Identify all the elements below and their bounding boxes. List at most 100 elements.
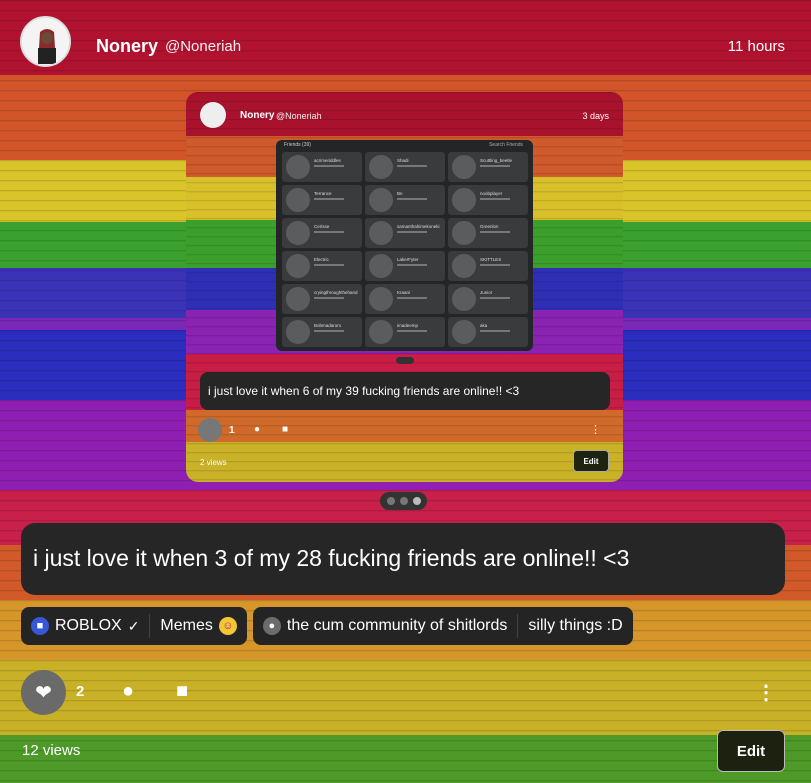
friend-status <box>480 198 510 200</box>
friend-avatar <box>452 320 476 344</box>
carousel-dot[interactable] <box>386 497 395 505</box>
comment-icon[interactable]: ● <box>122 680 134 703</box>
friends-search: Search Friends <box>489 142 523 148</box>
user-handle[interactable]: @Noneriah <box>165 38 241 55</box>
divider <box>149 614 151 638</box>
carousel-dot-active[interactable] <box>412 497 421 505</box>
friend-name: Bn <box>397 191 403 196</box>
tag-silly-things[interactable]: silly things :D <box>528 617 622 635</box>
friend-status <box>480 297 510 299</box>
friend-name: Greenlon <box>480 224 499 229</box>
carousel-dots[interactable] <box>380 492 427 510</box>
friend-card: samanthahimekoneki <box>365 218 445 248</box>
like-button[interactable]: ❤ <box>21 670 66 715</box>
tag-label: ROBLOX <box>55 617 122 634</box>
friend-status <box>397 198 427 200</box>
friend-card: Junior <box>448 284 528 314</box>
friend-name: Shadi <box>397 158 409 163</box>
friend-avatar <box>286 320 310 344</box>
tag-label: silly things :D <box>528 617 623 634</box>
friend-card: Terrance <box>282 185 362 215</box>
friend-status <box>480 264 510 266</box>
post-header: Nonery @Noneriah 11 hours <box>0 0 811 82</box>
tag-group: ● the cum community of shitlords silly t… <box>252 607 633 645</box>
friend-card: Scuttling_beetle <box>448 152 528 182</box>
tag-label: Memes <box>160 617 213 634</box>
embed-carousel-dots <box>396 357 414 364</box>
friend-avatar <box>452 155 476 179</box>
friend-status <box>397 330 427 332</box>
edit-button[interactable]: Edit <box>717 730 785 772</box>
verified-icon: ✓ <box>127 617 140 634</box>
friend-avatar <box>286 287 310 311</box>
friend-avatar <box>369 320 393 344</box>
friend-card: aka <box>448 317 528 347</box>
friend-card: acrimeriddles <box>282 152 362 182</box>
friend-name: cryingthroughthehand <box>314 290 358 295</box>
more-options-icon[interactable]: ⋮ <box>756 680 776 705</box>
heart-icon: ❤ <box>35 682 52 704</box>
tag-roblox[interactable]: ■ ROBLOX ✓ <box>31 617 139 635</box>
friend-name: Scuttling_beetle <box>480 158 513 163</box>
friend-card: Kraani <box>365 284 445 314</box>
friend-avatar <box>452 221 476 245</box>
friend-status <box>397 165 427 167</box>
friend-name: Terrance <box>314 191 332 196</box>
friends-list-screenshot: Friends (39) Search Friends acrimeriddle… <box>276 140 533 351</box>
embed-post-text: i just love it when 6 of my 39 fucking f… <box>200 372 610 410</box>
friend-name: LakerFyter <box>397 257 419 262</box>
friend-card: cryingthroughthehand <box>282 284 362 314</box>
display-name[interactable]: Nonery <box>96 36 158 57</box>
dislike-icon[interactable]: ■ <box>176 680 188 703</box>
friend-name: Junior <box>480 290 493 295</box>
post-timestamp: 11 hours <box>727 38 785 55</box>
friend-name: Cerisse <box>314 224 330 229</box>
community-icon: ● <box>262 617 281 635</box>
friend-avatar <box>452 188 476 212</box>
embed-handle: @Noneriah <box>276 111 322 121</box>
friend-card: imadeemp <box>365 317 445 347</box>
tag-group: ■ ROBLOX ✓ Memes ☺ <box>21 607 247 645</box>
friend-status <box>397 264 427 266</box>
post-text: i just love it when 3 of my 28 fucking f… <box>21 523 785 595</box>
friend-avatar <box>369 254 393 278</box>
tag-community[interactable]: ● the cum community of shitlords <box>262 617 508 635</box>
friend-card: Greenlon <box>448 218 528 248</box>
friend-card: Bobmadarom <box>282 317 362 347</box>
tag-list: ■ ROBLOX ✓ Memes ☺ ● the cum community o… <box>21 607 633 645</box>
view-count: 12 views <box>22 742 81 759</box>
embed-comment-icon: ● <box>254 424 261 435</box>
friend-name: SKITTLES <box>480 257 502 262</box>
friend-status <box>480 231 510 233</box>
friend-card: SKITTLES <box>448 251 528 281</box>
friend-name: samanthahimekoneki <box>397 224 440 229</box>
embed-edit-button: Edit <box>573 450 609 472</box>
friend-name: Electric <box>314 257 329 262</box>
friend-status <box>397 231 427 233</box>
friend-status <box>314 264 344 266</box>
friend-status <box>314 165 344 167</box>
like-count: 2 <box>76 683 85 700</box>
tag-memes[interactable]: Memes ☺ <box>160 617 237 635</box>
carousel-dot[interactable] <box>399 497 408 505</box>
friend-avatar <box>286 221 310 245</box>
friend-name: Kraani <box>397 290 411 295</box>
friend-avatar <box>369 155 393 179</box>
friend-status <box>314 198 344 200</box>
friend-status <box>314 297 344 299</box>
friend-status <box>314 231 344 233</box>
tag-label: the cum community of shitlords <box>286 617 508 634</box>
avatar[interactable] <box>20 16 71 67</box>
friend-avatar <box>452 287 476 311</box>
friend-avatar <box>369 287 393 311</box>
friend-avatar <box>452 254 476 278</box>
embed-dislike-icon: ■ <box>282 424 289 435</box>
friend-status <box>480 165 510 167</box>
embed-avatar <box>200 102 226 128</box>
friend-status <box>314 330 344 332</box>
divider <box>517 614 519 638</box>
friend-avatar <box>369 188 393 212</box>
friend-card: Cerisse <box>282 218 362 248</box>
embedded-post-screenshot[interactable]: Nonery @Noneriah 3 days Friends (39) Sea… <box>186 92 623 482</box>
silly-face-emoji: ☺ <box>218 617 237 635</box>
